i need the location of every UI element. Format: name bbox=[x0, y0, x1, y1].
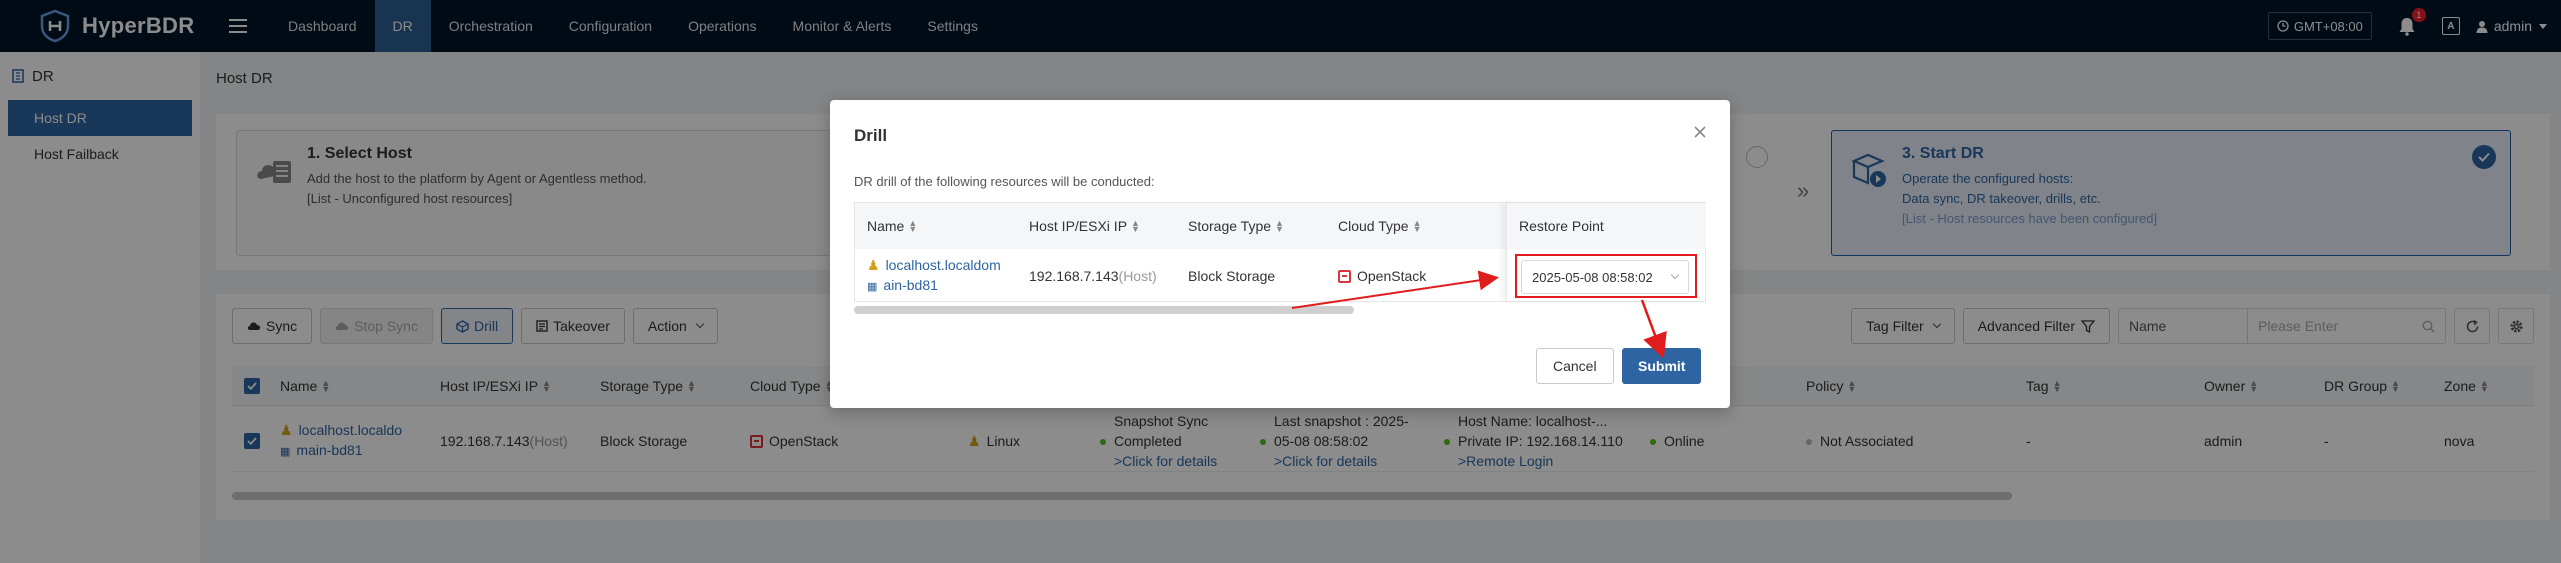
modal-title: Drill bbox=[854, 126, 888, 145]
drill-modal: Drill DR drill of the following resource… bbox=[830, 100, 1730, 408]
openstack-icon bbox=[1338, 270, 1351, 283]
modal-column-name[interactable]: Name ▲ ▼ bbox=[867, 203, 918, 249]
cloud-value: OpenStack bbox=[1357, 268, 1427, 284]
modal-column-ip[interactable]: Host IP/ESXi IP ▲ ▼ bbox=[1029, 203, 1140, 249]
sort-icon: ▲▼ bbox=[1275, 218, 1284, 234]
restore-point-value: 2025-05-08 08:58:02 bbox=[1532, 269, 1653, 285]
modal-description: DR drill of the following resources will… bbox=[854, 174, 1155, 189]
sort-icon: ▲▼ bbox=[1412, 218, 1422, 234]
ip-value: 192.168.7.143 bbox=[1029, 268, 1119, 284]
ip-suffix: (Host) bbox=[1118, 268, 1157, 284]
header-label: Name bbox=[867, 218, 905, 234]
server-icon: ▦ bbox=[867, 281, 878, 293]
close-icon[interactable] bbox=[1690, 122, 1710, 142]
linux-penguin-icon: ♟ bbox=[867, 257, 880, 273]
header-label: Cloud Type bbox=[1338, 218, 1409, 234]
restore-point-column: Restore Point 2025-05-08 08:58:02 bbox=[1506, 203, 1705, 301]
modal-cell-cloud: OpenStack bbox=[1338, 250, 1426, 302]
header-label: Host IP/ESXi IP bbox=[1029, 218, 1128, 234]
modal-column-cloud[interactable]: Cloud Type ▲ ▼ bbox=[1338, 203, 1422, 249]
chevron-down-icon bbox=[1670, 270, 1680, 280]
host-name-link[interactable]: localhost.localdom bbox=[886, 257, 1001, 273]
cancel-button[interactable]: Cancel bbox=[1536, 348, 1614, 384]
submit-button[interactable]: Submit bbox=[1622, 348, 1702, 384]
restore-point-select[interactable]: 2025-05-08 08:58:02 bbox=[1521, 260, 1689, 294]
modal-cell-name: ♟ localhost.localdom ▦ ain-bd81 bbox=[867, 250, 1001, 302]
modal-column-restore: Restore Point bbox=[1507, 203, 1705, 249]
header-label: Storage Type bbox=[1188, 218, 1272, 234]
modal-horizontal-scrollbar[interactable] bbox=[854, 306, 1354, 314]
modal-cell-ip: 192.168.7.143(Host) bbox=[1029, 250, 1157, 302]
modal-column-storage[interactable]: Storage Type ▲ ▼ bbox=[1188, 203, 1284, 249]
sort-icon: ▲▼ bbox=[908, 218, 918, 234]
modal-resource-table: Name ▲ ▼ Host IP/ESXi IP ▲ ▼ Storage Type ▲ ▼ … bbox=[854, 202, 1706, 302]
sort-icon: ▲▼ bbox=[1131, 218, 1140, 234]
modal-cell-storage: Block Storage bbox=[1188, 268, 1276, 284]
host-name-link[interactable]: ain-bd81 bbox=[883, 277, 938, 293]
